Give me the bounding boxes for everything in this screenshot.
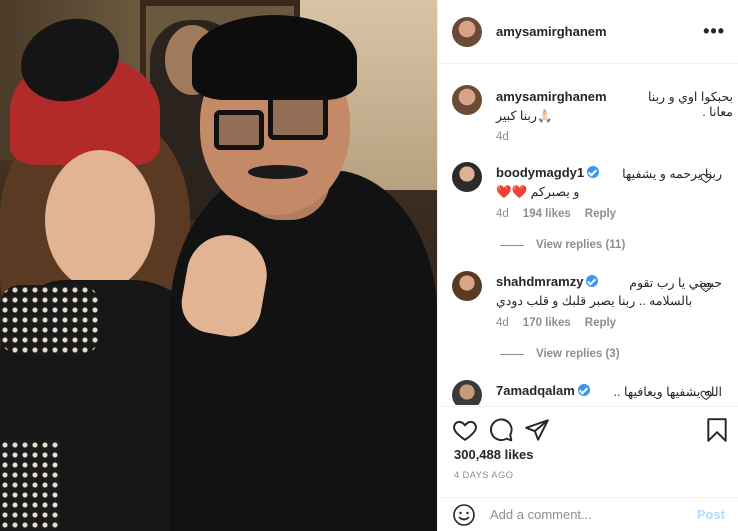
post-date[interactable]: 4 DAYS AGO bbox=[454, 470, 513, 481]
comment-age: 4d bbox=[496, 317, 509, 329]
reply-button[interactable]: Reply bbox=[585, 317, 616, 329]
add-comment-input[interactable]: Add a comment... bbox=[490, 507, 697, 522]
comment-likes[interactable]: 170 likes bbox=[523, 317, 571, 329]
man-glasses-right-lens bbox=[268, 95, 328, 140]
post-side-panel: amysamirghanem ••• amysamirghanem بحبكوا… bbox=[437, 0, 738, 531]
heart-icon[interactable] bbox=[452, 417, 478, 443]
post-header: amysamirghanem ••• bbox=[438, 0, 738, 64]
likes-count[interactable]: 300,488 likes bbox=[454, 447, 534, 462]
man-black-jacket bbox=[170, 170, 437, 531]
reply-button[interactable]: Reply bbox=[585, 208, 616, 220]
author-username[interactable]: amysamirghanem bbox=[496, 24, 607, 39]
share-icon[interactable] bbox=[524, 417, 550, 443]
comment-text-line2: بالسلامه .. ربنا يصبر قلبك و قلب دودي bbox=[496, 294, 693, 308]
view-replies-label[interactable]: View replies (11) bbox=[536, 239, 625, 251]
caption-age: 4d bbox=[496, 131, 509, 143]
verified-icon bbox=[587, 166, 600, 178]
man-glasses-left-lens bbox=[214, 110, 264, 150]
replies-divider bbox=[500, 244, 524, 246]
heart-icon[interactable] bbox=[700, 172, 712, 184]
woman-beaded-shoulder bbox=[0, 285, 100, 355]
caption-text-line1: بحبكوا اوي و ربنا معانا . bbox=[648, 90, 733, 119]
view-replies-button[interactable]: View replies (11) bbox=[500, 239, 625, 251]
verified-icon bbox=[586, 275, 599, 287]
man-hair bbox=[192, 15, 357, 100]
man-mustache bbox=[248, 165, 308, 179]
caption-meta: 4d bbox=[496, 131, 509, 143]
view-replies-button[interactable]: View replies (3) bbox=[500, 348, 620, 360]
post-button[interactable]: Post bbox=[697, 507, 725, 522]
comment-avatar[interactable] bbox=[452, 271, 482, 301]
comment-icon[interactable] bbox=[488, 417, 514, 443]
emoji-icon[interactable] bbox=[452, 503, 476, 527]
bookmark-icon[interactable] bbox=[704, 417, 730, 443]
comment-text-line2: و يصبركم ❤️❤️ bbox=[496, 185, 580, 199]
post-photo[interactable] bbox=[0, 0, 437, 531]
comment-username-text[interactable]: shahdmramzy bbox=[496, 274, 583, 289]
caption-avatar[interactable] bbox=[452, 85, 482, 115]
comment-meta: 4d 170 likes Reply bbox=[496, 317, 616, 329]
heart-icon[interactable] bbox=[700, 281, 712, 293]
comment-username[interactable]: boodymagdy1 bbox=[496, 165, 600, 180]
comment-likes[interactable]: 194 likes bbox=[523, 208, 571, 220]
comments-list[interactable]: amysamirghanem بحبكوا اوي و ربنا معانا .… bbox=[438, 65, 738, 405]
comment-username[interactable]: shahdmramzy bbox=[496, 274, 599, 289]
woman-face bbox=[45, 150, 155, 290]
heart-icon[interactable] bbox=[700, 389, 712, 401]
more-icon[interactable]: ••• bbox=[703, 21, 725, 42]
replies-divider bbox=[500, 353, 524, 355]
comment-avatar[interactable] bbox=[452, 380, 482, 405]
comment-age: 4d bbox=[496, 208, 509, 220]
comment-meta: 4d 194 likes Reply bbox=[496, 208, 616, 220]
woman-beaded-sleeve bbox=[0, 440, 60, 530]
view-replies-label[interactable]: View replies (3) bbox=[536, 348, 620, 360]
verified-icon bbox=[577, 384, 590, 396]
comment-username[interactable]: 7amadqalam bbox=[496, 383, 590, 398]
author-avatar[interactable] bbox=[452, 16, 482, 47]
caption-username[interactable]: amysamirghanem bbox=[496, 89, 607, 104]
caption-text-line2: 🙏🏻ربنا كبير bbox=[496, 109, 553, 123]
comment-username-text[interactable]: 7amadqalam bbox=[496, 383, 575, 398]
comment-username-text[interactable]: boodymagdy1 bbox=[496, 165, 584, 180]
comment-avatar[interactable] bbox=[452, 162, 482, 192]
add-comment-bar: Add a comment... Post bbox=[438, 497, 738, 531]
